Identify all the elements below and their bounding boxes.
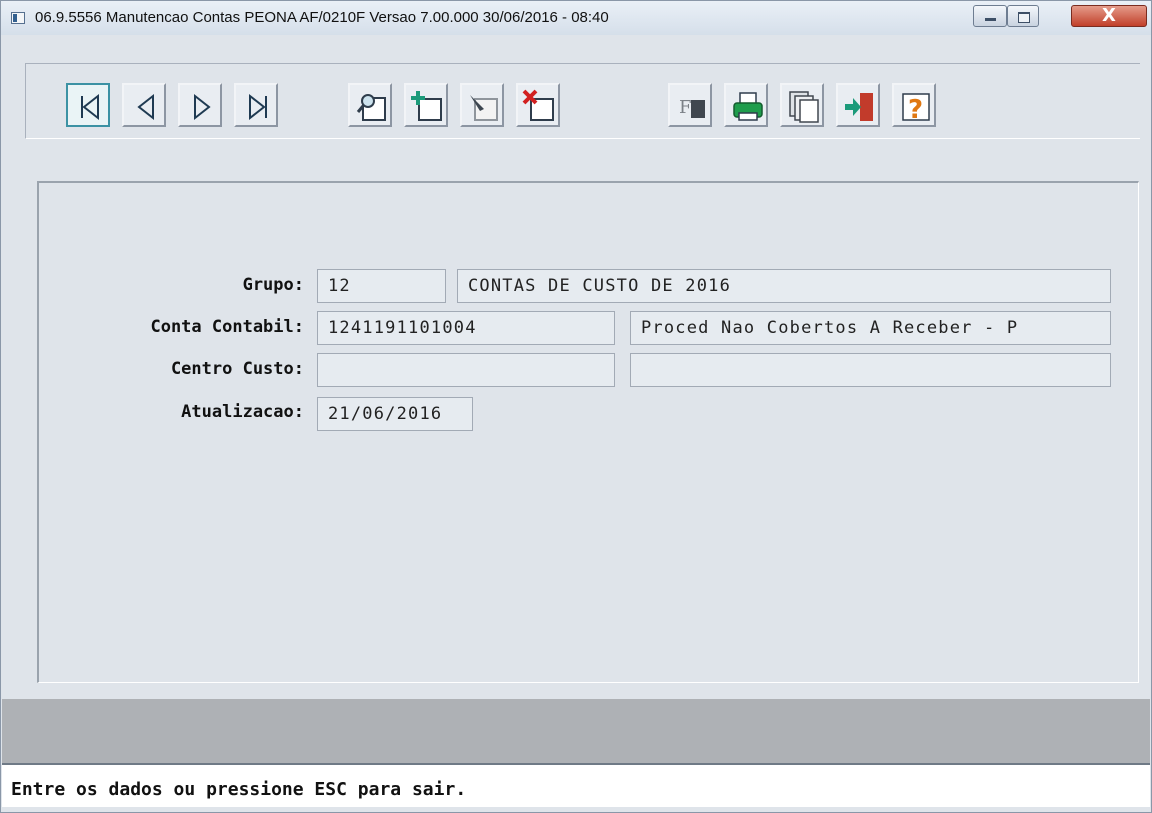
status-strip xyxy=(2,699,1150,763)
close-button[interactable]: X xyxy=(1071,5,1147,27)
exit-icon xyxy=(845,93,873,121)
atualizacao-date-field[interactable]: 21/06/2016 xyxy=(317,397,473,431)
svg-text:?: ? xyxy=(908,95,923,125)
maximize-button[interactable] xyxy=(1007,5,1039,27)
help-icon: ? xyxy=(902,93,930,125)
app-icon[interactable] xyxy=(11,12,25,24)
copy-button[interactable] xyxy=(780,83,824,127)
first-record-icon xyxy=(81,93,99,121)
message-bar: Entre os dados ou pressione ESC para sai… xyxy=(2,763,1150,807)
centro-custo-code-field[interactable] xyxy=(317,353,615,387)
atualizacao-label: Atualizacao: xyxy=(181,402,304,422)
help-button[interactable]: ? xyxy=(892,83,936,127)
edit-record-icon xyxy=(470,95,498,121)
edit-record-button[interactable] xyxy=(460,83,504,127)
last-record-icon xyxy=(249,93,267,121)
application-window: 06.9.5556 Manutencao Contas PEONA AF/021… xyxy=(0,0,1152,813)
last-record-button[interactable] xyxy=(234,83,278,127)
exit-button[interactable] xyxy=(836,83,880,127)
print-icon xyxy=(733,92,763,121)
add-record-button[interactable] xyxy=(404,83,448,127)
previous-record-icon xyxy=(137,93,154,121)
search-button[interactable] xyxy=(348,83,392,127)
client-area: F ? Grupo: 12 CONTAS DE CUSTO DE 2016 Co… xyxy=(2,35,1150,811)
copy-icon xyxy=(789,91,819,123)
search-icon xyxy=(356,94,386,121)
print-button[interactable] xyxy=(724,83,768,127)
grupo-label: Grupo: xyxy=(242,275,304,295)
previous-record-button[interactable] xyxy=(122,83,166,127)
window-title: 06.9.5556 Manutencao Contas PEONA AF/021… xyxy=(35,9,609,26)
close-label: X xyxy=(1102,5,1116,26)
add-record-icon xyxy=(411,91,442,121)
conta-contabil-description-field[interactable]: Proced Nao Cobertos A Receber - P xyxy=(630,311,1111,345)
first-record-button[interactable] xyxy=(66,83,110,127)
centro-custo-description-field[interactable] xyxy=(630,353,1111,387)
grupo-description-field[interactable]: CONTAS DE CUSTO DE 2016 xyxy=(457,269,1111,303)
status-message: Entre os dados ou pressione ESC para sai… xyxy=(11,779,467,800)
form-panel xyxy=(37,181,1139,683)
conta-contabil-label: Conta Contabil: xyxy=(150,317,304,337)
minimize-button[interactable] xyxy=(973,5,1007,27)
delete-record-icon xyxy=(522,89,554,121)
conta-contabil-code-field[interactable]: 1241191101004 xyxy=(317,311,615,345)
next-record-button[interactable] xyxy=(178,83,222,127)
filter-button[interactable]: F xyxy=(668,83,712,127)
next-record-icon xyxy=(194,93,211,121)
title-bar[interactable]: 06.9.5556 Manutencao Contas PEONA AF/021… xyxy=(1,1,1151,35)
svg-text:F: F xyxy=(679,97,692,118)
centro-custo-label: Centro Custo: xyxy=(170,359,304,379)
delete-record-button[interactable] xyxy=(516,83,560,127)
grupo-code-field[interactable]: 12 xyxy=(317,269,446,303)
filter-icon: F xyxy=(679,97,705,118)
